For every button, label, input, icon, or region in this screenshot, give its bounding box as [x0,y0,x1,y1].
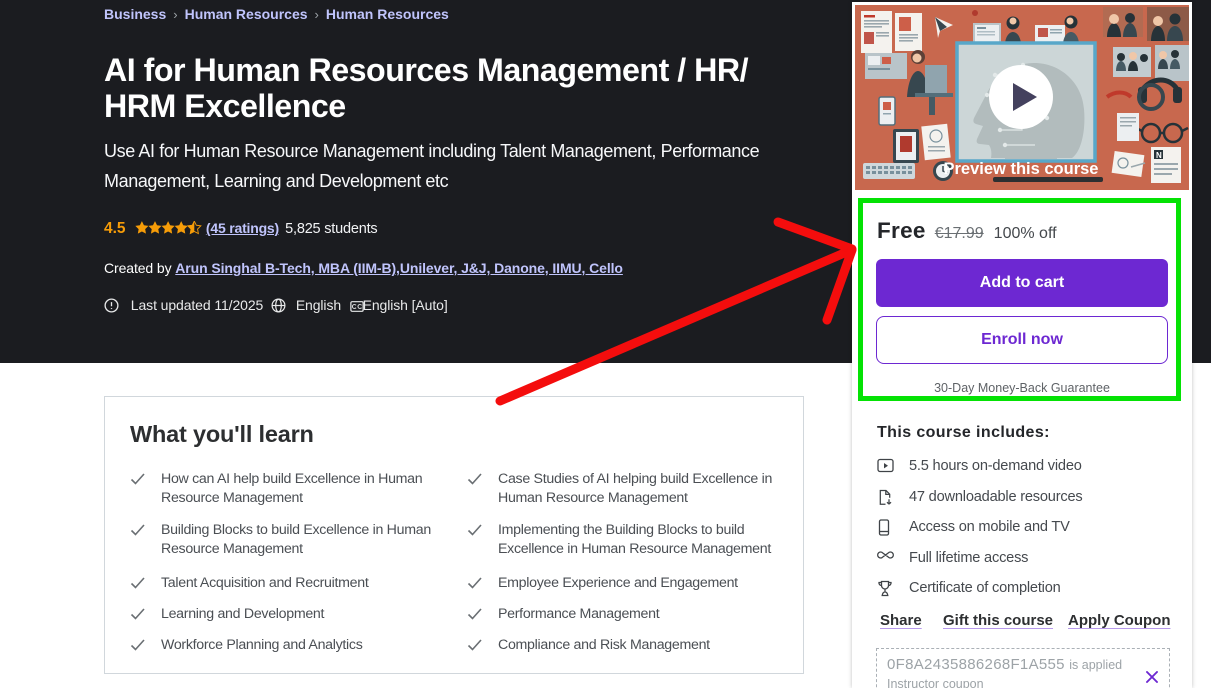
svg-text:Preview this course: Preview this course [944,160,1099,178]
svg-text:N: N [1156,151,1162,160]
